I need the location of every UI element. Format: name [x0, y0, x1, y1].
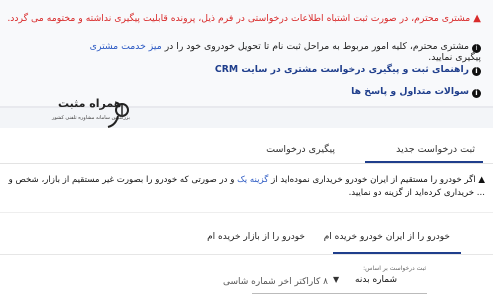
section-divider [0, 212, 493, 213]
logo-tagline: بزرگترین سامانه مشاوره تلفنی کشور [52, 115, 130, 121]
warning-line: ▲مشتری محترم، در صورت ثبت اشتباه اطلاعات… [7, 13, 481, 25]
option-one-link[interactable]: گزینه یک [237, 175, 268, 185]
guide-line[interactable]: iراهنمای ثبت و پیگیری درخواست مشتری در س… [215, 64, 481, 76]
chevron-down-icon: ▼ [333, 275, 340, 284]
logo-brand-text: همراه مثبت [58, 97, 122, 110]
faq-link[interactable]: سوالات متداول و پاسخ ها [351, 86, 469, 97]
info-text-1: مشتری محترم، کلیه امور مربوط به مراحل ثب… [164, 41, 469, 52]
info-line-2: پیگیری نمایید. [428, 52, 481, 64]
request-basis-label: ثبت درخواست بر اساس: [363, 265, 426, 272]
guide-link[interactable]: راهنمای ثبت و پیگیری درخواست مشتری در سا… [215, 64, 469, 75]
request-card: ثبت درخواست جدید پیگیری درخواست ▲ اگر خو… [0, 128, 493, 294]
info-line: iمشتری محترم، کلیه امور مربوط به مراحل ث… [90, 41, 481, 53]
tab-track-request[interactable]: پیگیری درخواست [266, 144, 335, 155]
tab-new-request[interactable]: ثبت درخواست جدید [396, 144, 475, 155]
request-basis-value: شماره بدنه [355, 275, 397, 285]
warning-icon: ▲ [473, 13, 481, 24]
tab-bought-from-market[interactable]: خودرو را از بازار خریده ام [207, 232, 305, 242]
request-basis-select[interactable]: شماره بدنه ▼ [333, 274, 413, 288]
warning-icon: ▲ [478, 175, 485, 185]
notice-panel: ▲مشتری محترم، در صورت ثبت اشتباه اطلاعات… [0, 0, 493, 108]
tab-divider [0, 163, 493, 164]
warning-text: مشتری محترم، در صورت ثبت اشتباه اطلاعات … [7, 13, 471, 24]
chassis-number-input[interactable]: ۸ کاراکتر اخر شماره شاسی [223, 277, 328, 287]
info-icon: i [472, 89, 481, 98]
subtab-divider [0, 254, 493, 255]
info-text-2: پیگیری نمایید. [428, 52, 481, 63]
tab-bought-from-irankhodro[interactable]: خودرو را از ایران خودرو خریده ام [324, 232, 450, 242]
faq-line[interactable]: iسوالات متداول و پاسخ ها [351, 86, 481, 98]
info-icon: i [472, 67, 481, 76]
instructions-text: ▲ اگر خودرو را مستقیم از ایران خودرو خری… [8, 175, 485, 198]
customer-service-link[interactable]: میز خدمت مشتری [90, 41, 162, 52]
